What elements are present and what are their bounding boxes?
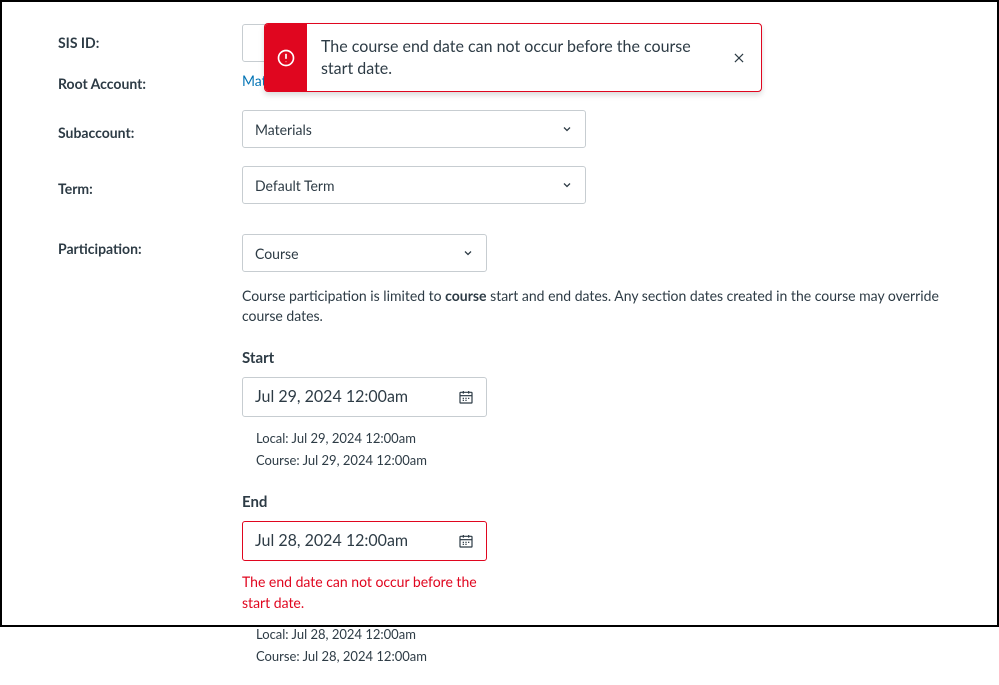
end-date-info: Local: Jul 28, 2024 12:00am Course: Jul … xyxy=(256,623,967,667)
close-icon xyxy=(732,51,746,65)
chevron-down-icon xyxy=(561,123,573,135)
start-date-input[interactable]: Jul 29, 2024 12:00am xyxy=(242,377,487,417)
chevron-down-icon xyxy=(561,179,573,191)
subaccount-value: Materials xyxy=(255,121,312,138)
end-date-input[interactable]: Jul 28, 2024 12:00am xyxy=(242,521,487,561)
subaccount-label: Subaccount: xyxy=(58,118,242,141)
sis-id-label: SIS ID: xyxy=(58,28,242,51)
alert-close-button[interactable] xyxy=(717,24,761,91)
end-date-value: Jul 28, 2024 12:00am xyxy=(255,531,408,550)
end-label: End xyxy=(242,493,967,511)
alert-icon-box xyxy=(265,24,307,91)
participation-value: Course xyxy=(255,245,298,262)
calendar-icon xyxy=(458,533,474,549)
calendar-icon xyxy=(458,389,474,405)
term-label: Term: xyxy=(58,174,242,197)
term-select[interactable]: Default Term xyxy=(242,166,586,204)
start-date-info: Local: Jul 29, 2024 12:00am Course: Jul … xyxy=(256,427,967,471)
start-date-value: Jul 29, 2024 12:00am xyxy=(255,387,408,406)
term-value: Default Term xyxy=(255,177,335,194)
error-alert: The course end date can not occur before… xyxy=(264,23,762,92)
root-account-label: Root Account: xyxy=(58,69,242,92)
alert-message: The course end date can not occur before… xyxy=(307,24,717,91)
subaccount-select[interactable]: Materials xyxy=(242,110,586,148)
start-label: Start xyxy=(242,349,967,367)
participation-hint: Course participation is limited to cours… xyxy=(242,286,967,327)
participation-label: Participation: xyxy=(58,234,242,257)
chevron-down-icon xyxy=(462,247,474,259)
participation-select[interactable]: Course xyxy=(242,234,487,272)
alert-icon xyxy=(276,48,296,68)
end-date-error: The end date can not occur before the st… xyxy=(242,571,502,613)
